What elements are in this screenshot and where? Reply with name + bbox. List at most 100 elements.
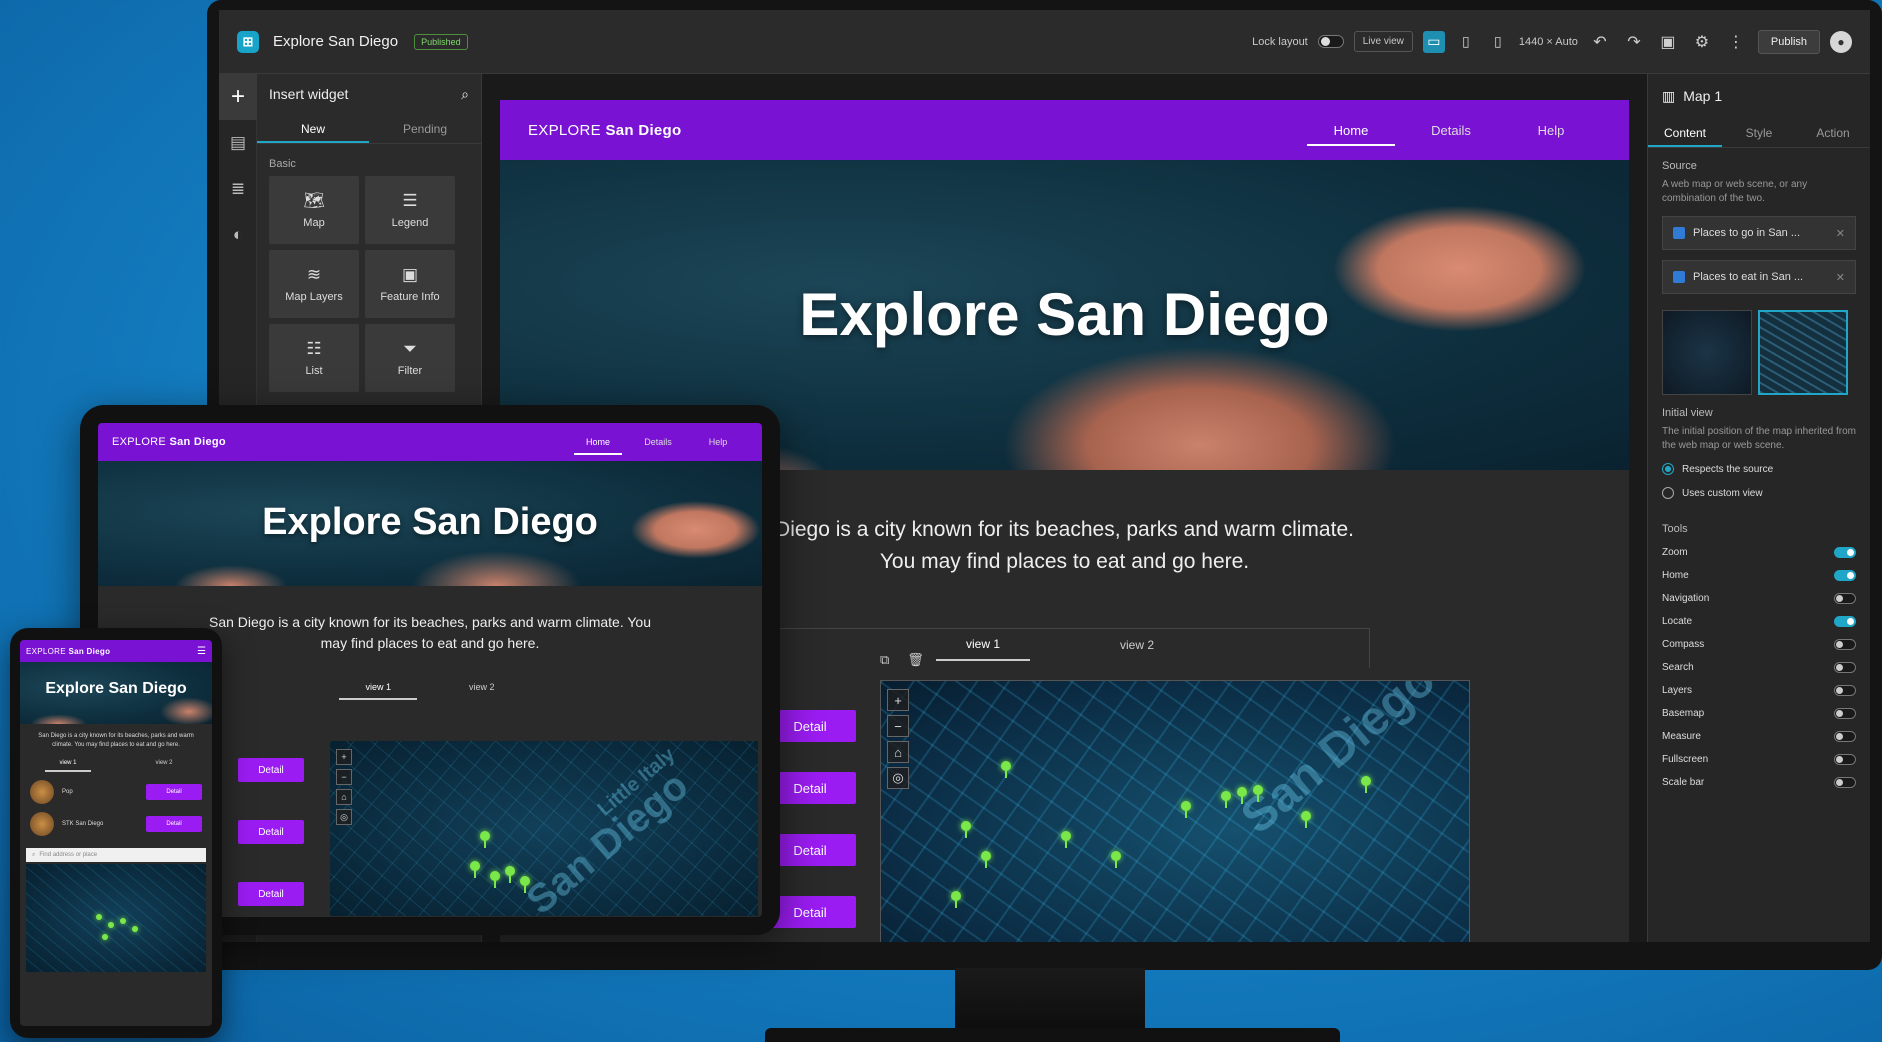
undo-icon[interactable]: ↶ [1588,32,1612,52]
tool-row-navigation[interactable]: Navigation [1662,587,1856,610]
radio-respect-source[interactable]: Respects the source [1662,463,1856,475]
insert-plus-icon[interactable]: + [219,74,257,120]
publish-button[interactable]: Publish [1757,29,1820,54]
tool-toggle[interactable] [1834,547,1856,558]
tablet-map-view[interactable]: + − ⌂ ◎ San Diego Little Italy [330,741,758,916]
tool-toggle[interactable] [1834,685,1856,696]
zoom-out-icon[interactable]: − [336,769,352,785]
tool-toggle[interactable] [1834,593,1856,604]
map-pin[interactable] [108,922,114,928]
locate-icon[interactable]: ◎ [887,767,909,789]
nav-help[interactable]: Help [1501,100,1601,160]
widget-map-layers[interactable]: ≋ Map Layers [269,250,359,318]
map-pin[interactable] [470,861,480,878]
widget-map[interactable]: 🗺 Map [269,176,359,244]
tool-row-scale-bar[interactable]: Scale bar [1662,771,1856,794]
search-input[interactable]: ⌕ Find address or place [26,848,206,862]
page-icon[interactable]: ▤ [219,120,257,166]
screen-size-select[interactable]: 1440 × Auto [1519,36,1578,48]
remove-icon[interactable]: ✕ [1836,227,1845,240]
list-item[interactable]: STK San Diego Detail [20,804,212,836]
map-pin[interactable] [1111,851,1121,868]
widget-legend[interactable]: ☰ Legend [365,176,455,244]
tab-view-2[interactable]: view 2 [443,682,521,700]
map-pin[interactable] [1253,785,1263,802]
tab-action[interactable]: Action [1796,118,1870,147]
detail-button[interactable]: Detail [238,882,304,906]
tab-new[interactable]: New [257,114,369,143]
tool-toggle[interactable] [1834,754,1856,765]
3d-map-view[interactable]: + − ⌂ ◎ San Diego [880,680,1470,942]
zoom-out-icon[interactable]: − [887,715,909,737]
tool-toggle[interactable] [1834,777,1856,788]
list-item[interactable]: Pop Detail [20,772,212,804]
tool-row-compass[interactable]: Compass [1662,633,1856,656]
map-pin[interactable] [132,926,138,932]
map-pin[interactable] [1181,801,1191,818]
theme-palette-icon[interactable]: ◐ [219,212,257,258]
tab-view-2[interactable]: view 2 [141,760,186,772]
tool-row-layers[interactable]: Layers [1662,679,1856,702]
map-pin[interactable] [120,918,126,924]
hamburger-menu-icon[interactable]: ☰ [197,646,206,657]
save-icon[interactable]: ▣ [1656,32,1680,52]
tool-row-measure[interactable]: Measure [1662,725,1856,748]
tool-row-basemap[interactable]: Basemap [1662,702,1856,725]
desktop-device-icon[interactable]: ▭ [1422,30,1445,53]
map-pin[interactable] [102,934,108,940]
nav-home[interactable]: Home [568,423,628,461]
map-pin[interactable] [1237,787,1247,804]
map-pin[interactable] [490,871,500,888]
more-menu-icon[interactable]: ⋮ [1724,32,1748,52]
tool-toggle[interactable] [1834,662,1856,673]
nav-details[interactable]: Details [628,423,688,461]
map-pin[interactable] [1001,761,1011,778]
live-view-button[interactable]: Live view [1353,31,1413,52]
tool-toggle[interactable] [1834,616,1856,627]
map-pin[interactable] [96,914,102,920]
map-pin[interactable] [1361,776,1371,793]
nav-home[interactable]: Home [1301,100,1401,160]
search-icon[interactable]: ⌕ [461,86,469,103]
tool-row-fullscreen[interactable]: Fullscreen [1662,748,1856,771]
radio-custom-view[interactable]: Uses custom view [1662,487,1856,499]
redo-icon[interactable]: ↷ [1622,32,1646,52]
zoom-in-icon[interactable]: + [336,749,352,765]
map-pin[interactable] [951,891,961,908]
settings-gear-icon[interactable]: ⚙ [1690,32,1714,52]
remove-icon[interactable]: ✕ [1836,271,1845,284]
map-thumbnail-selected[interactable] [1758,310,1848,395]
map-pin[interactable] [1301,811,1311,828]
map-pin[interactable] [505,866,515,883]
tab-style[interactable]: Style [1722,118,1796,147]
map-pin[interactable] [520,876,530,893]
widget-filter[interactable]: ⏷ Filter [365,324,455,392]
widget-list[interactable]: ☷ List [269,324,359,392]
user-avatar[interactable]: ● [1830,30,1852,53]
nav-details[interactable]: Details [1401,100,1501,160]
delete-icon[interactable]: 🗑 [907,652,924,668]
home-icon[interactable]: ⌂ [887,741,909,763]
tool-toggle[interactable] [1834,708,1856,719]
map-pin[interactable] [961,821,971,838]
site-brand[interactable]: EXPLORE San Diego [528,122,681,139]
phone-device-icon[interactable]: ▯ [1487,31,1509,53]
source-item[interactable]: Places to go in San ... ✕ [1662,216,1856,250]
tab-view-2[interactable]: view 2 [1090,638,1184,660]
tool-row-zoom[interactable]: Zoom [1662,541,1856,564]
map-pin[interactable] [480,831,490,848]
site-brand[interactable]: EXPLORE San Diego [26,647,110,656]
tab-content[interactable]: Content [1648,118,1722,147]
tool-toggle[interactable] [1834,570,1856,581]
data-icon[interactable]: ≣ [219,166,257,212]
home-icon[interactable]: ⌂ [336,789,352,805]
radio-button[interactable] [1662,487,1674,499]
source-item[interactable]: Places to eat in San ... ✕ [1662,260,1856,294]
zoom-in-icon[interactable]: + [887,689,909,711]
map-pin[interactable] [1221,791,1231,808]
detail-button[interactable]: Detail [238,820,304,844]
map-pin[interactable] [1061,831,1071,848]
lock-layout-toggle[interactable] [1317,35,1344,48]
map-thumbnail[interactable] [1662,310,1752,395]
detail-button[interactable]: Detail [146,784,202,800]
